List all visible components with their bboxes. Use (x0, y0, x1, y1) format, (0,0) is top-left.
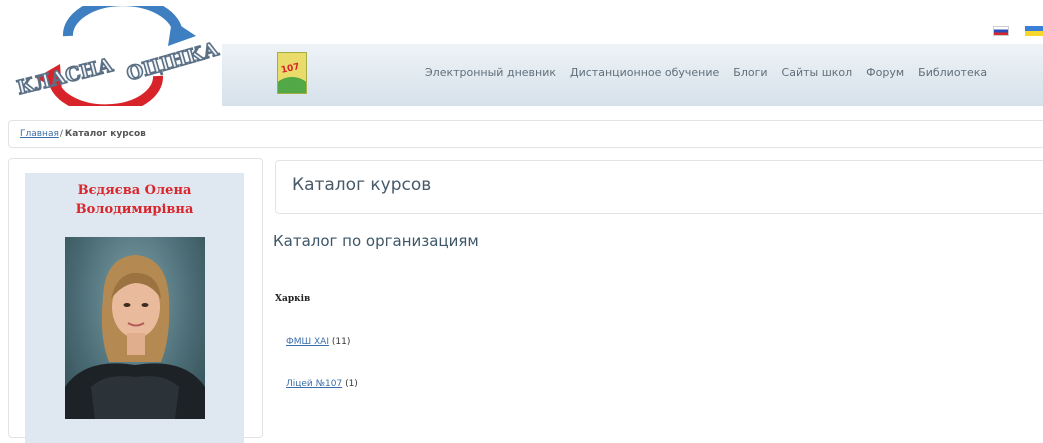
page-title: Каталог курсов (292, 175, 432, 195)
breadcrumb: Главная/Каталог курсов (8, 120, 1043, 148)
org-link[interactable]: ФМШ ХАІ (286, 337, 329, 347)
ru-flag-icon[interactable] (993, 26, 1009, 36)
nav-item-distance-learning[interactable]: Дистанционное обучение (570, 66, 719, 79)
sidebar: Вєдяєва Олена Володимирівна (8, 158, 263, 443)
school-badge-icon[interactable]: 107 (277, 52, 307, 94)
org-count: (1) (345, 379, 358, 389)
site-logo[interactable]: КЛАСНА ОЦІНКА (8, 6, 228, 106)
portrait-illustration (65, 255, 205, 419)
profile-photo[interactable] (65, 237, 205, 419)
city-heading: Харків (275, 294, 311, 304)
breadcrumb-home-link[interactable]: Главная (20, 129, 59, 139)
profile-name[interactable]: Вєдяєва Олена Володимирівна (25, 181, 244, 219)
ua-flag-icon[interactable] (1025, 26, 1043, 36)
school-badge-number: 107 (280, 62, 301, 76)
section-title: Каталог по организациям (273, 232, 479, 250)
breadcrumb-separator: / (59, 129, 63, 139)
nav-item-school-sites[interactable]: Сайты школ (782, 66, 853, 79)
page-title-box: Каталог курсов (275, 160, 1043, 214)
breadcrumb-current: Каталог курсов (64, 129, 146, 139)
nav-item-electronic-diary[interactable]: Электронный дневник (425, 66, 556, 79)
badge-hill (278, 77, 306, 93)
org-link[interactable]: Ліцей №107 (286, 379, 342, 389)
main-nav: Электронный дневник Дистанционное обучен… (425, 66, 987, 79)
org-count: (11) (331, 337, 351, 347)
list-item: Ліцей №107 (1) (286, 379, 358, 389)
nav-item-library[interactable]: Библиотека (918, 66, 987, 79)
logo-text-right: ОЦІНКА (124, 38, 221, 85)
profile-card: Вєдяєва Олена Володимирівна (25, 173, 244, 443)
nav-item-forum[interactable]: Форум (866, 66, 904, 79)
list-item: ФМШ ХАІ (11) (286, 337, 350, 347)
nav-item-blogs[interactable]: Блоги (733, 66, 767, 79)
